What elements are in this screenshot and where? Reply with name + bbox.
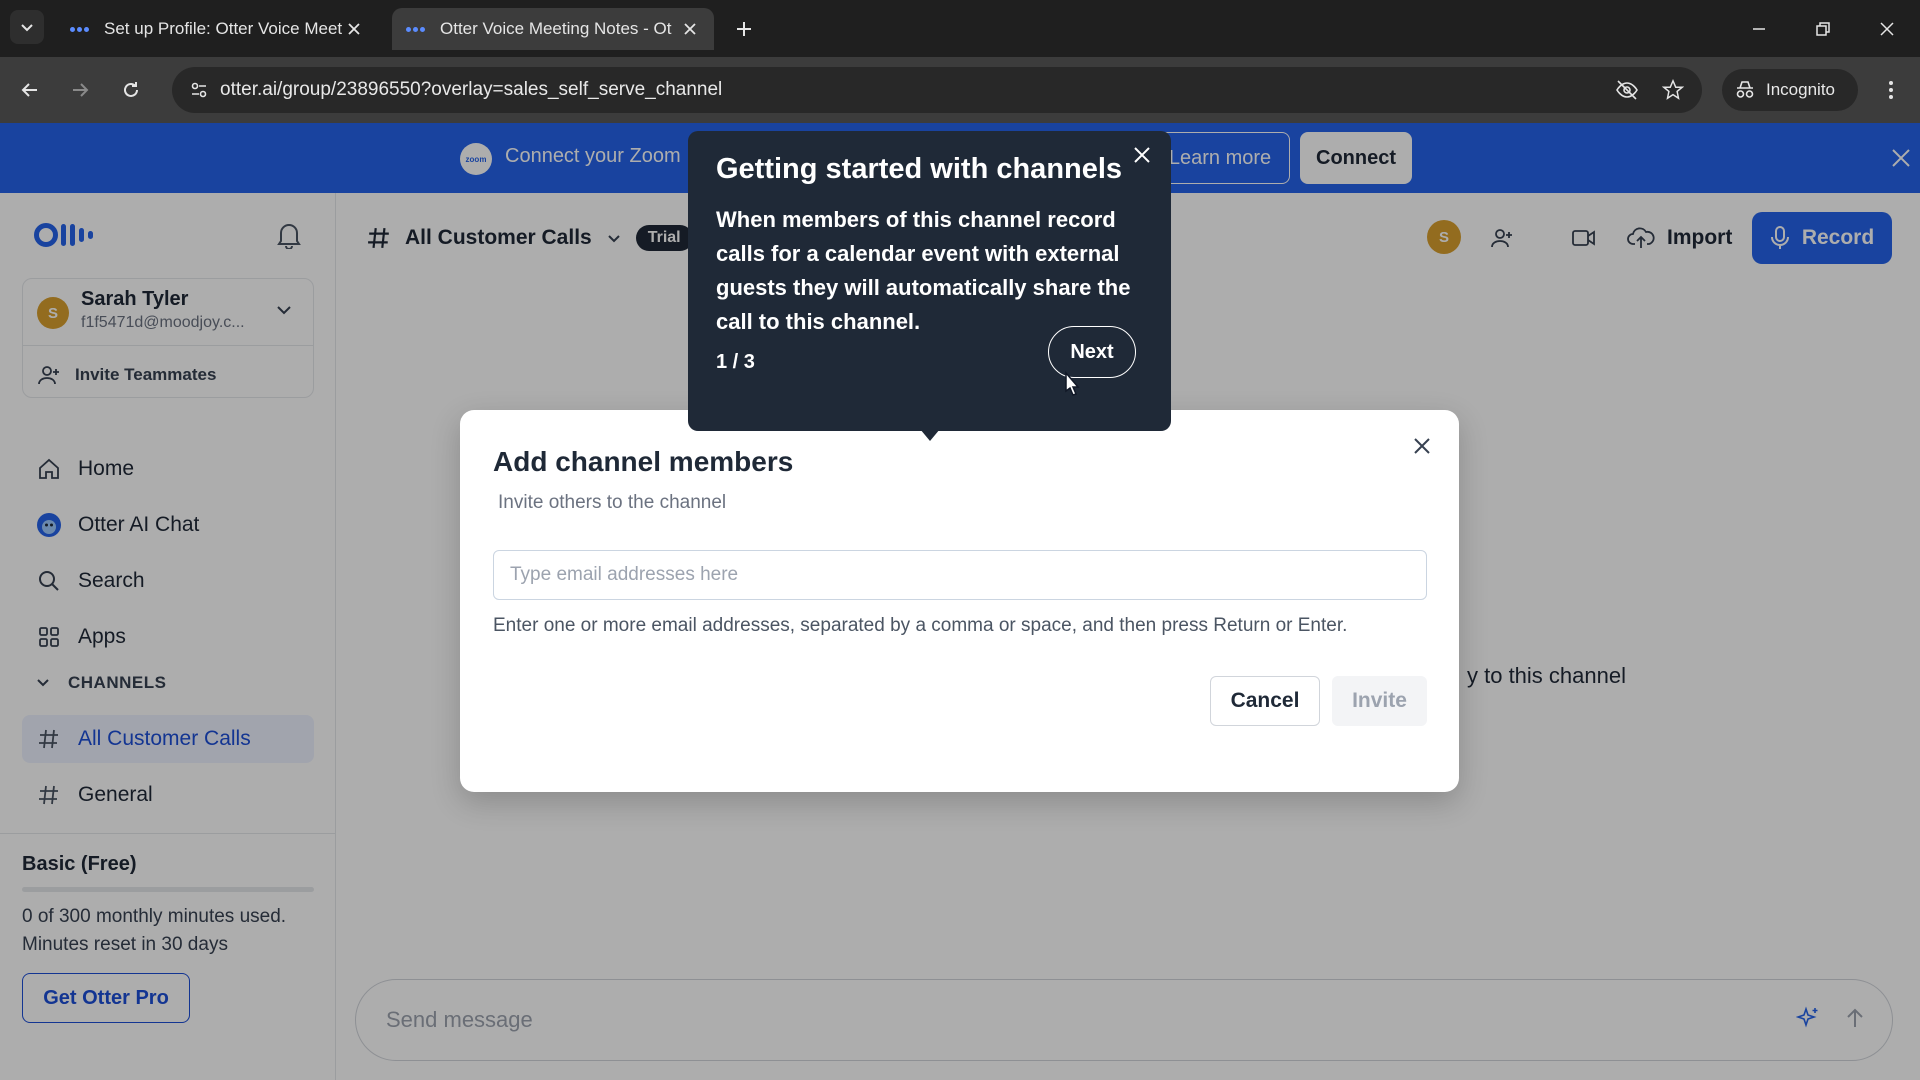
tooltip-pointer	[920, 429, 940, 441]
page: zoom Connect your Zoom Learn more Connec…	[0, 123, 1920, 1080]
tooltip-body: When members of this channel record call…	[716, 207, 1131, 334]
dialog-close-button[interactable]	[1411, 435, 1439, 463]
address-bar[interactable]: otter.ai/group/23896550?overlay=sales_se…	[172, 67, 1702, 113]
restore-button[interactable]	[1808, 14, 1838, 44]
reload-button[interactable]	[116, 75, 146, 105]
reload-icon	[124, 82, 138, 97]
browser-toolbar: otter.ai/group/23896550?overlay=sales_se…	[0, 57, 1920, 123]
close-window-button[interactable]	[1872, 14, 1902, 44]
close-icon	[1134, 147, 1150, 163]
minimize-icon	[1753, 28, 1765, 30]
minimize-button[interactable]	[1744, 14, 1774, 44]
new-tab-button[interactable]	[730, 15, 758, 43]
tab-title: Otter Voice Meeting Notes - Ot	[440, 19, 672, 38]
incognito-label: Incognito	[1766, 80, 1835, 99]
back-button[interactable]	[15, 75, 45, 105]
arrow-left-icon	[21, 83, 37, 97]
cancel-button[interactable]: Cancel	[1210, 676, 1320, 726]
browser-tabstrip: Set up Profile: Otter Voice Meet Otter V…	[0, 0, 1920, 57]
invite-button[interactable]: Invite	[1332, 676, 1427, 726]
chevron-down-icon	[21, 24, 33, 32]
eye-off-icon[interactable]	[1612, 75, 1642, 105]
otter-favicon-icon	[406, 23, 428, 35]
browser-tab-setup-profile[interactable]: Set up Profile: Otter Voice Meet	[56, 8, 378, 50]
tooltip-title: Getting started with channels	[716, 153, 1123, 185]
email-addresses-input[interactable]	[493, 550, 1427, 600]
email-input-help: Enter one or more email addresses, separ…	[493, 615, 1348, 636]
plus-icon	[737, 22, 751, 36]
browser-tab-otter-notes[interactable]: Otter Voice Meeting Notes - Ot	[392, 8, 714, 50]
otter-favicon-icon	[70, 23, 92, 35]
forward-button[interactable]	[65, 75, 95, 105]
close-icon	[1880, 22, 1894, 36]
restore-icon	[1816, 22, 1830, 36]
star-icon[interactable]	[1658, 75, 1688, 105]
dialog-title: Add channel members	[493, 446, 794, 477]
incognito-icon	[1736, 81, 1754, 98]
tooltip-step-counter: 1 / 3	[716, 351, 755, 373]
dialog-subtitle: Invite others to the channel	[498, 492, 727, 513]
tab-search-button[interactable]	[10, 10, 44, 44]
onboarding-tooltip: Getting started with channels When membe…	[688, 131, 1171, 441]
tab-title: Set up Profile: Otter Voice Meet	[104, 19, 343, 38]
site-settings-icon[interactable]	[184, 75, 214, 105]
tab-close-icon[interactable]	[344, 19, 364, 39]
arrow-right-icon	[73, 83, 89, 97]
tooltip-close-button[interactable]	[1132, 145, 1158, 171]
mouse-pointer-icon	[1065, 371, 1080, 396]
browser-menu-button[interactable]	[1876, 75, 1906, 105]
close-icon	[1414, 438, 1430, 454]
tab-close-icon[interactable]	[680, 19, 700, 39]
url-text: otter.ai/group/23896550?overlay=sales_se…	[220, 79, 723, 100]
incognito-indicator[interactable]: Incognito	[1722, 69, 1858, 111]
kebab-menu-icon	[1889, 81, 1893, 99]
add-channel-members-dialog: Add channel members Invite others to the…	[460, 410, 1459, 792]
